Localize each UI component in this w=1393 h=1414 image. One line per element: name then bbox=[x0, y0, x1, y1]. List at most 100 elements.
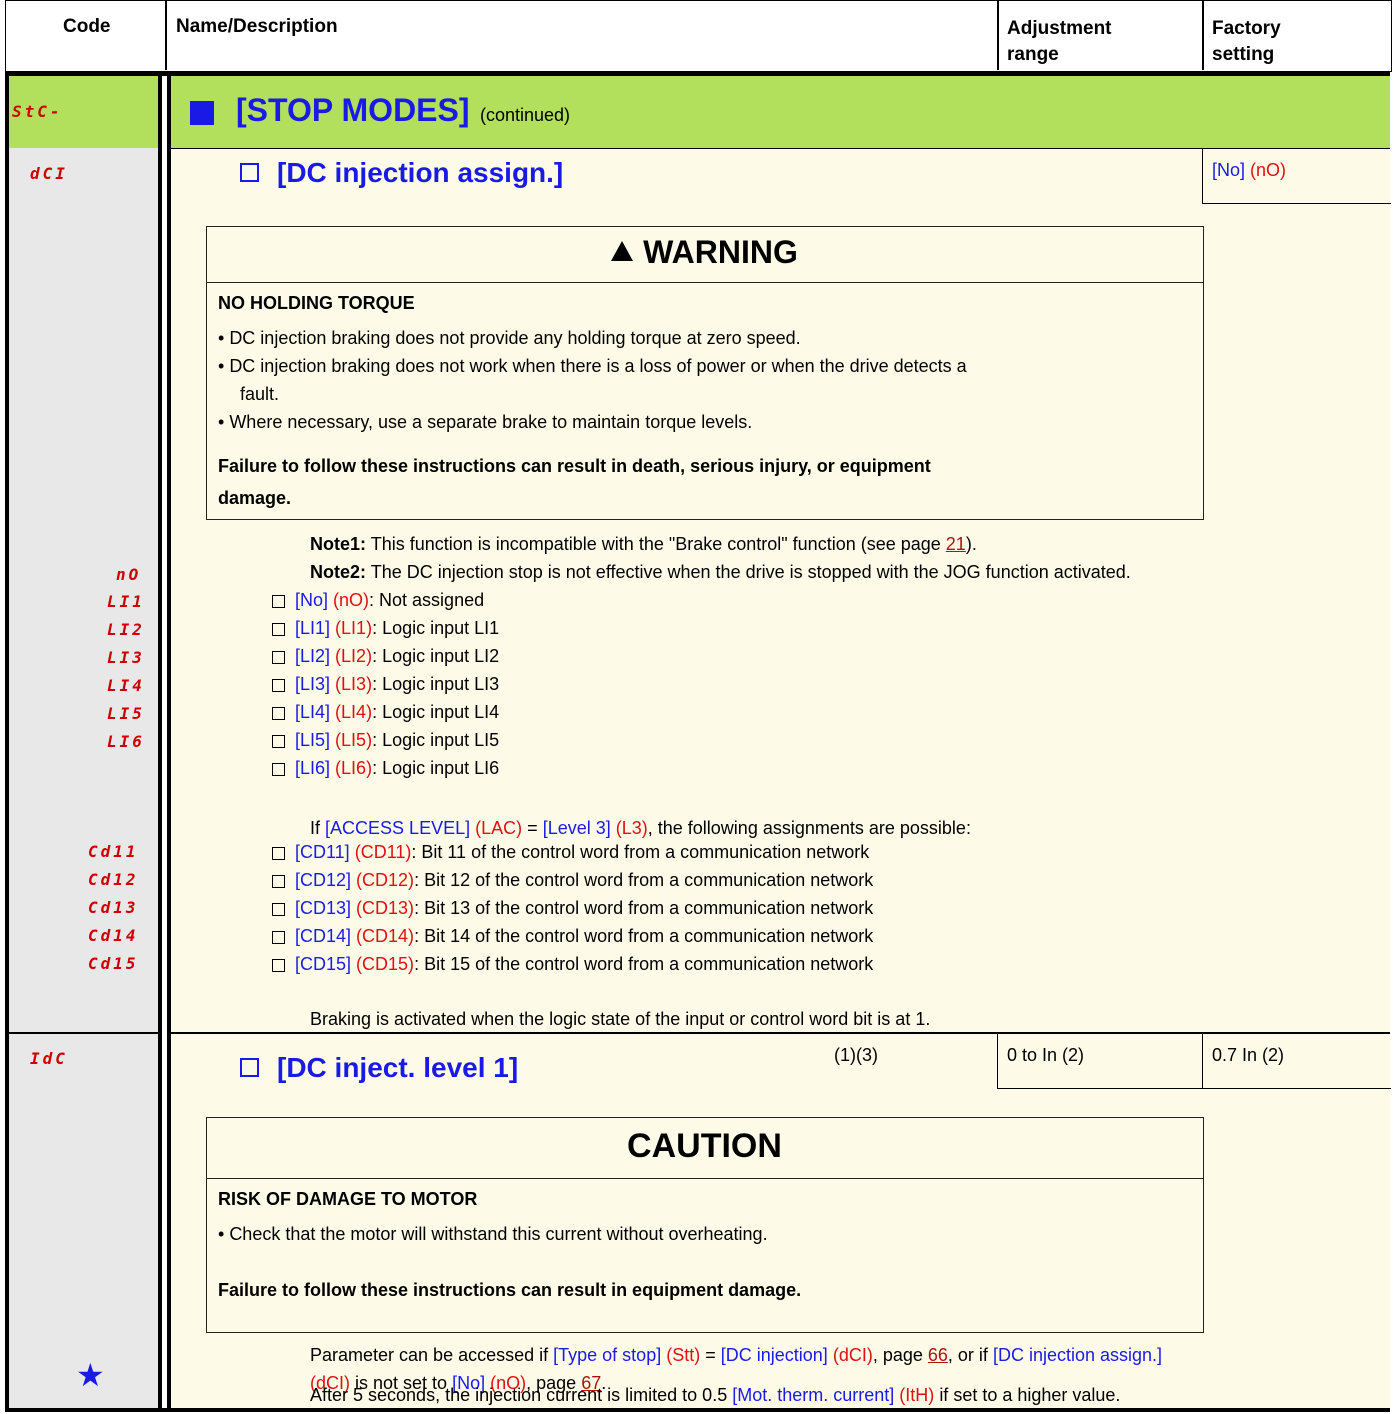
option-checkbox-icon bbox=[272, 594, 285, 608]
opt-code-li6: LI6 bbox=[107, 732, 145, 751]
warning-bullet-1-text: DC injection braking does not provide an… bbox=[229, 328, 801, 348]
caution-heading: RISK OF DAMAGE TO MOTOR bbox=[218, 1189, 478, 1209]
section-title: [STOP MODES] (continued) bbox=[190, 92, 570, 129]
ln-b1: [Mot. therm. current] bbox=[732, 1385, 895, 1405]
note2-label: Note2: bbox=[310, 562, 367, 582]
option-checkbox-icon bbox=[272, 622, 285, 636]
dci-factory-code: (nO) bbox=[1250, 160, 1287, 180]
cd-code-12: Cd12 bbox=[88, 870, 139, 889]
list-item: [CD12] (CD12): Bit 12 of the control wor… bbox=[272, 870, 873, 891]
header-factory-l2: setting bbox=[1212, 44, 1275, 65]
dci-title-text: [DC injection assign.] bbox=[277, 157, 564, 188]
warning-bullet-2-text: DC injection braking does not work when … bbox=[229, 356, 967, 376]
access-note-line1: Parameter can be accessed if [Type of st… bbox=[310, 1345, 1162, 1366]
opt-code-li1: LI1 bbox=[107, 592, 145, 611]
access-lvl-bracket: [ACCESS LEVEL] bbox=[325, 818, 471, 838]
option-checkbox-icon bbox=[272, 734, 285, 748]
opt-code-li2: LI2 bbox=[107, 620, 145, 639]
idc-notes-ref: (1)(3) bbox=[834, 1045, 878, 1065]
cd-desc: : Bit 14 of the control word from a comm… bbox=[414, 926, 874, 946]
star-icon: ★ bbox=[76, 1357, 105, 1393]
opt-desc: : Logic input LI3 bbox=[372, 674, 500, 694]
caution-footer: Failure to follow these instructions can… bbox=[218, 1280, 802, 1300]
list-item: [LI3] (LI3): Logic input LI3 bbox=[272, 674, 499, 695]
cd-code-13: Cd13 bbox=[88, 898, 139, 917]
braking-note: Braking is activated when the logic stat… bbox=[310, 1009, 931, 1029]
opt-desc: : Logic input LI2 bbox=[372, 646, 500, 666]
opt-bracket: [LI6] bbox=[295, 758, 331, 778]
opt-bracket: [LI3] bbox=[295, 674, 331, 694]
opt-paren: (LI3) bbox=[335, 674, 373, 694]
opt-desc: : Not assigned bbox=[369, 590, 485, 610]
cd-bracket: [CD12] bbox=[295, 870, 352, 890]
option-checkbox-icon bbox=[272, 762, 285, 776]
list-item: [LI4] (LI4): Logic input LI4 bbox=[272, 702, 499, 723]
warning-footer-1: Failure to follow these instructions can… bbox=[218, 456, 931, 476]
idc-title-text: [DC inject. level 1] bbox=[277, 1052, 519, 1083]
header-factory: Factory setting bbox=[1212, 16, 1281, 68]
option-checkbox-icon bbox=[272, 846, 285, 860]
access-eq: = bbox=[527, 818, 538, 838]
dci-title: [DC injection assign.] bbox=[240, 157, 563, 189]
dci-code: dCI bbox=[30, 164, 68, 183]
cd-paren: (CD14) bbox=[356, 926, 415, 946]
warning-bullet-2-cont: fault. bbox=[240, 384, 280, 404]
list-item: [LI2] (LI2): Logic input LI2 bbox=[272, 646, 499, 667]
idc-checkbox-icon bbox=[240, 1058, 259, 1078]
list-item: [LI1] (LI1): Logic input LI1 bbox=[272, 618, 499, 639]
warning-title-text: WARNING bbox=[643, 234, 798, 270]
an-b3: [DC injection assign.] bbox=[992, 1345, 1163, 1365]
warning-bullet-3: • Where necessary, use a separate brake … bbox=[218, 412, 753, 432]
section-square-icon bbox=[190, 100, 214, 125]
warning-bullet-3-text: Where necessary, use a separate brake to… bbox=[229, 412, 753, 432]
caution-title-divider bbox=[206, 1178, 1203, 1179]
opt-desc: : Logic input LI6 bbox=[372, 758, 500, 778]
opt-code-li5: LI5 bbox=[107, 704, 145, 723]
note1: Note1: This function is incompatible wit… bbox=[310, 534, 977, 555]
header-divider-3 bbox=[1202, 0, 1204, 70]
ln-t1: After 5 seconds, the injection current i… bbox=[310, 1385, 728, 1405]
cd-bracket: [CD15] bbox=[295, 954, 352, 974]
note2: Note2: The DC injection stop is not effe… bbox=[310, 562, 1131, 583]
cd-desc: : Bit 11 of the control word from a comm… bbox=[411, 842, 870, 862]
warning-bullet-2: • DC injection braking does not work whe… bbox=[218, 356, 967, 376]
cd-code-11: Cd11 bbox=[88, 842, 139, 861]
ln-c1: (ItH) bbox=[899, 1385, 935, 1405]
opt-paren: (LI1) bbox=[335, 618, 373, 638]
note1-text: This function is incompatible with the "… bbox=[370, 534, 941, 554]
cd-desc: : Bit 15 of the control word from a comm… bbox=[414, 954, 874, 974]
cd-bracket: [CD11] bbox=[295, 842, 350, 862]
opt-bracket: [No] bbox=[295, 590, 329, 610]
note1-page-link[interactable]: 21 bbox=[946, 534, 966, 554]
access-suffix: , the following assignments are possible… bbox=[647, 818, 971, 838]
note2-text: The DC injection stop is not effective w… bbox=[370, 562, 1131, 582]
warning-bullet-1: • DC injection braking does not provide … bbox=[218, 328, 801, 348]
access-lvl3-code: (L3) bbox=[615, 818, 648, 838]
cd-paren: (CD13) bbox=[356, 898, 415, 918]
caution-bullet-text: Check that the motor will withstand this… bbox=[229, 1224, 768, 1244]
opt-paren: (LI4) bbox=[335, 702, 373, 722]
section-continued: (continued) bbox=[479, 105, 571, 125]
option-checkbox-icon bbox=[272, 678, 285, 692]
note1-label: Note1: bbox=[310, 534, 367, 554]
opt-desc: : Logic input LI4 bbox=[372, 702, 500, 722]
frame-div-b bbox=[167, 72, 171, 1412]
caution-bullet: • Check that the motor will withstand th… bbox=[218, 1224, 768, 1244]
an-c2: (dCI) bbox=[832, 1345, 873, 1365]
cd-desc: : Bit 12 of the control word from a comm… bbox=[414, 870, 874, 890]
list-item: [No] (nO): Not assigned bbox=[272, 590, 484, 611]
opt-paren: (LI2) bbox=[335, 646, 373, 666]
access-level-line: If [ACCESS LEVEL] (LAC) = [Level 3] (L3)… bbox=[310, 818, 971, 839]
access-lvl3-bracket: [Level 3] bbox=[542, 818, 611, 838]
an-t2: , page bbox=[872, 1345, 923, 1365]
list-item: [CD13] (CD13): Bit 13 of the control wor… bbox=[272, 898, 873, 919]
access-lvl-code: (LAC) bbox=[475, 818, 523, 838]
cd-bracket: [CD14] bbox=[295, 926, 352, 946]
note1-end: ). bbox=[965, 534, 977, 554]
an-b2: [DC injection] bbox=[720, 1345, 828, 1365]
an-p1-link[interactable]: 66 bbox=[928, 1345, 948, 1365]
opt-bracket: [LI2] bbox=[295, 646, 331, 666]
opt-desc: : Logic input LI5 bbox=[372, 730, 500, 750]
idc-factory: 0.7 In (2) bbox=[1212, 1045, 1285, 1065]
header-code: Code bbox=[63, 16, 111, 37]
